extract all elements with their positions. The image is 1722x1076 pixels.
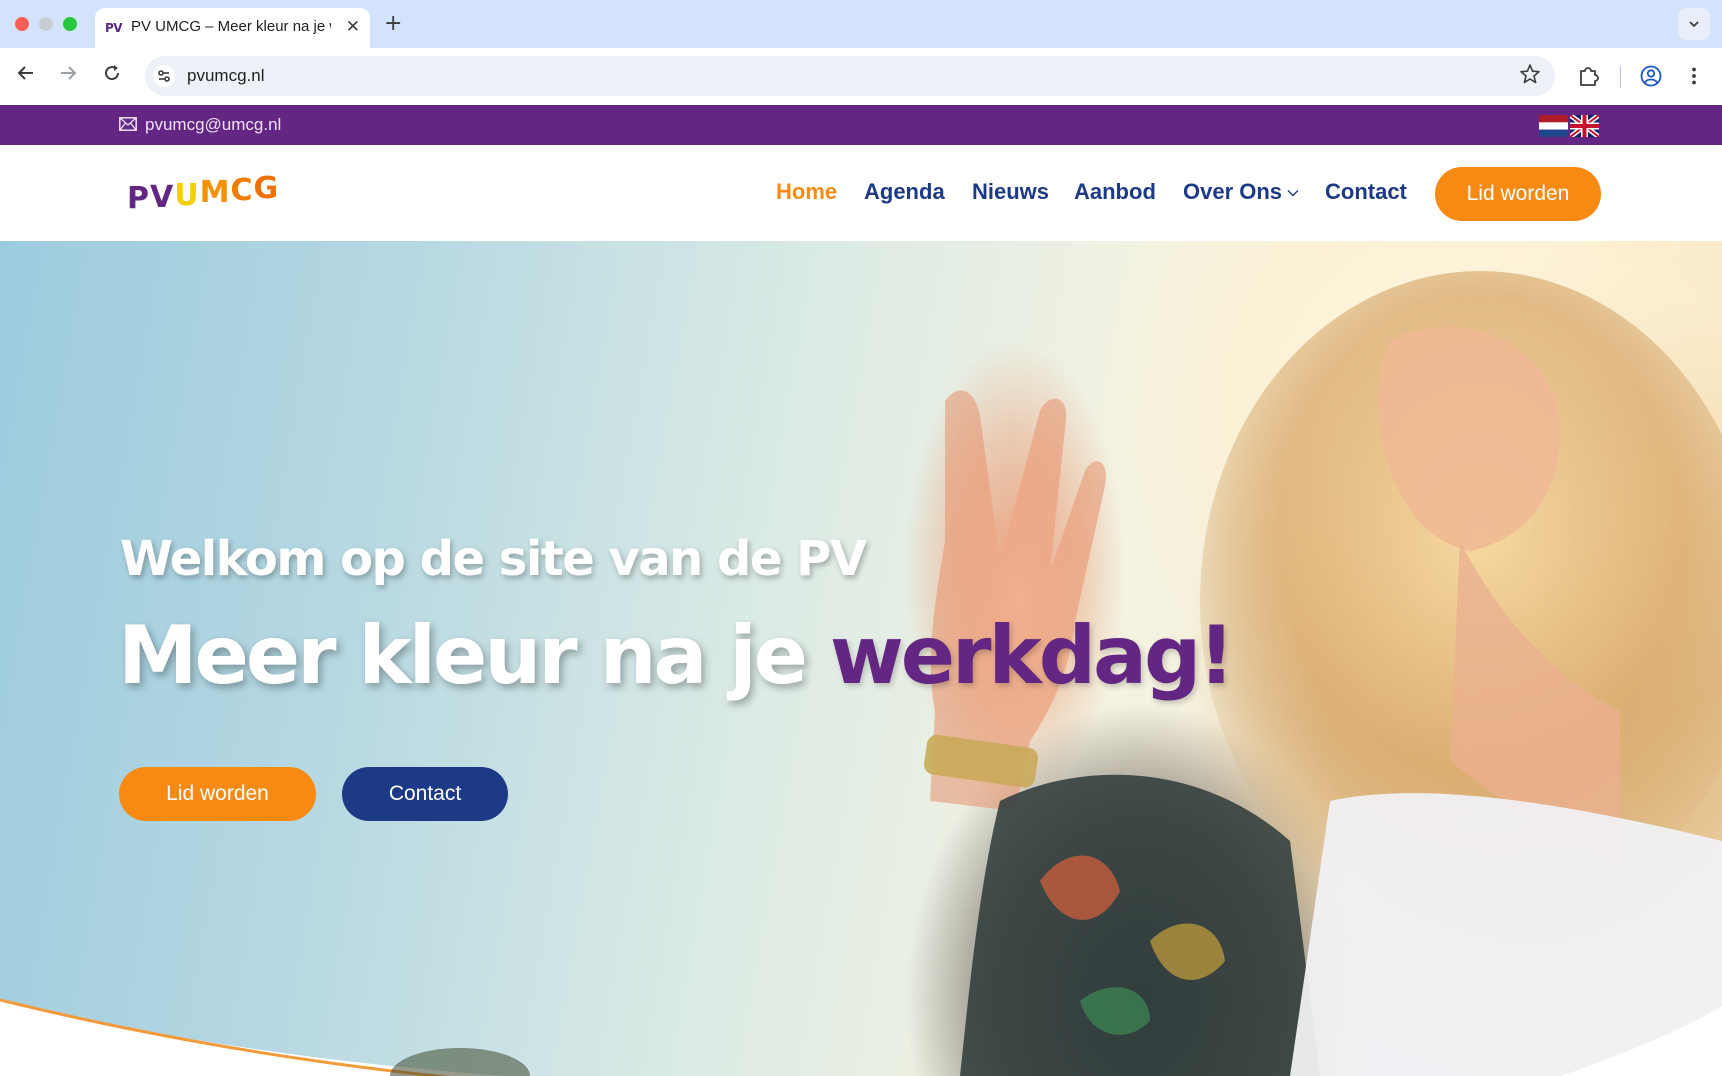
- logo-letter: U: [174, 178, 200, 213]
- hero-subtitle: Welkom op de site van de PV: [120, 531, 867, 587]
- new-tab-button[interactable]: +: [384, 12, 402, 36]
- lid-worden-nav-button[interactable]: Lid worden: [1435, 167, 1601, 221]
- hero-title-accent: werkdag!: [829, 609, 1235, 702]
- logo-letter: P: [127, 181, 150, 216]
- browser-toolbar: pvumcg.nl: [0, 48, 1722, 105]
- logo-letter: C: [230, 173, 254, 208]
- reload-icon: [105, 65, 120, 81]
- lid-worden-hero-button[interactable]: Lid worden: [119, 767, 316, 821]
- nav-item-home[interactable]: Home: [776, 179, 837, 205]
- site-topbar: pvumcg@umcg.nl: [0, 105, 1722, 145]
- arrow-left-icon: [17, 66, 33, 80]
- toolbar-separator: [1620, 66, 1621, 88]
- logo-letter: G: [253, 171, 280, 206]
- back-button[interactable]: [13, 63, 39, 89]
- account-circle-icon[interactable]: [1637, 62, 1665, 90]
- email-link[interactable]: pvumcg@umcg.nl: [145, 115, 281, 135]
- forward-button[interactable]: [55, 63, 81, 89]
- logo-letter: M: [199, 175, 231, 210]
- nav-item-agenda[interactable]: Agenda: [864, 179, 945, 205]
- pvumcg-logo[interactable]: PVUMCG: [127, 171, 279, 216]
- pv-favicon-icon: PV: [105, 21, 123, 35]
- logo-letter: V: [150, 180, 175, 215]
- reload-button[interactable]: [99, 63, 125, 89]
- nl-flag-icon[interactable]: [1539, 115, 1568, 137]
- mail-icon: [119, 117, 137, 131]
- maximize-window-button[interactable]: [63, 17, 77, 31]
- browser-tab-strip: PV PV UMCG – Meer kleur na je werkdag! ✕…: [0, 0, 1722, 48]
- star-icon[interactable]: [1519, 63, 1541, 85]
- nav-item-over-ons[interactable]: Over Ons: [1183, 179, 1282, 205]
- nav-item-aanbod[interactable]: Aanbod: [1074, 179, 1156, 205]
- minimize-window-button[interactable]: [39, 17, 53, 31]
- puzzle-icon[interactable]: [1574, 62, 1602, 90]
- browser-tab[interactable]: PV PV UMCG – Meer kleur na je werkdag! ✕: [95, 8, 370, 48]
- hero-section: Welkom op de site van de PV Meer kleur n…: [0, 241, 1722, 1076]
- chevron-down-icon[interactable]: [1287, 189, 1299, 197]
- url-text[interactable]: pvumcg.nl: [187, 66, 264, 86]
- contact-hero-button[interactable]: Contact: [342, 767, 508, 821]
- arrow-right-icon: [61, 66, 77, 80]
- main-navigation: PVUMCG Home Agenda Nieuws Aanbod Over On…: [0, 145, 1722, 241]
- tune-icon[interactable]: [153, 65, 175, 87]
- chevron-down-icon: [1689, 21, 1699, 28]
- tab-close-icon[interactable]: ✕: [346, 17, 360, 37]
- hero-title: Meer kleur na je werkdag!: [118, 609, 1235, 702]
- nav-item-contact[interactable]: Contact: [1325, 179, 1407, 205]
- tab-search-button[interactable]: [1678, 8, 1710, 40]
- address-bar[interactable]: pvumcg.nl: [145, 56, 1555, 96]
- kebab-menu-icon[interactable]: [1680, 62, 1708, 90]
- nav-item-nieuws[interactable]: Nieuws: [972, 179, 1049, 205]
- uk-flag-icon[interactable]: [1570, 115, 1599, 137]
- tab-title: PV UMCG – Meer kleur na je werkdag!: [131, 18, 331, 35]
- hero-title-prefix: Meer kleur na je: [118, 609, 830, 702]
- close-window-button[interactable]: [15, 17, 29, 31]
